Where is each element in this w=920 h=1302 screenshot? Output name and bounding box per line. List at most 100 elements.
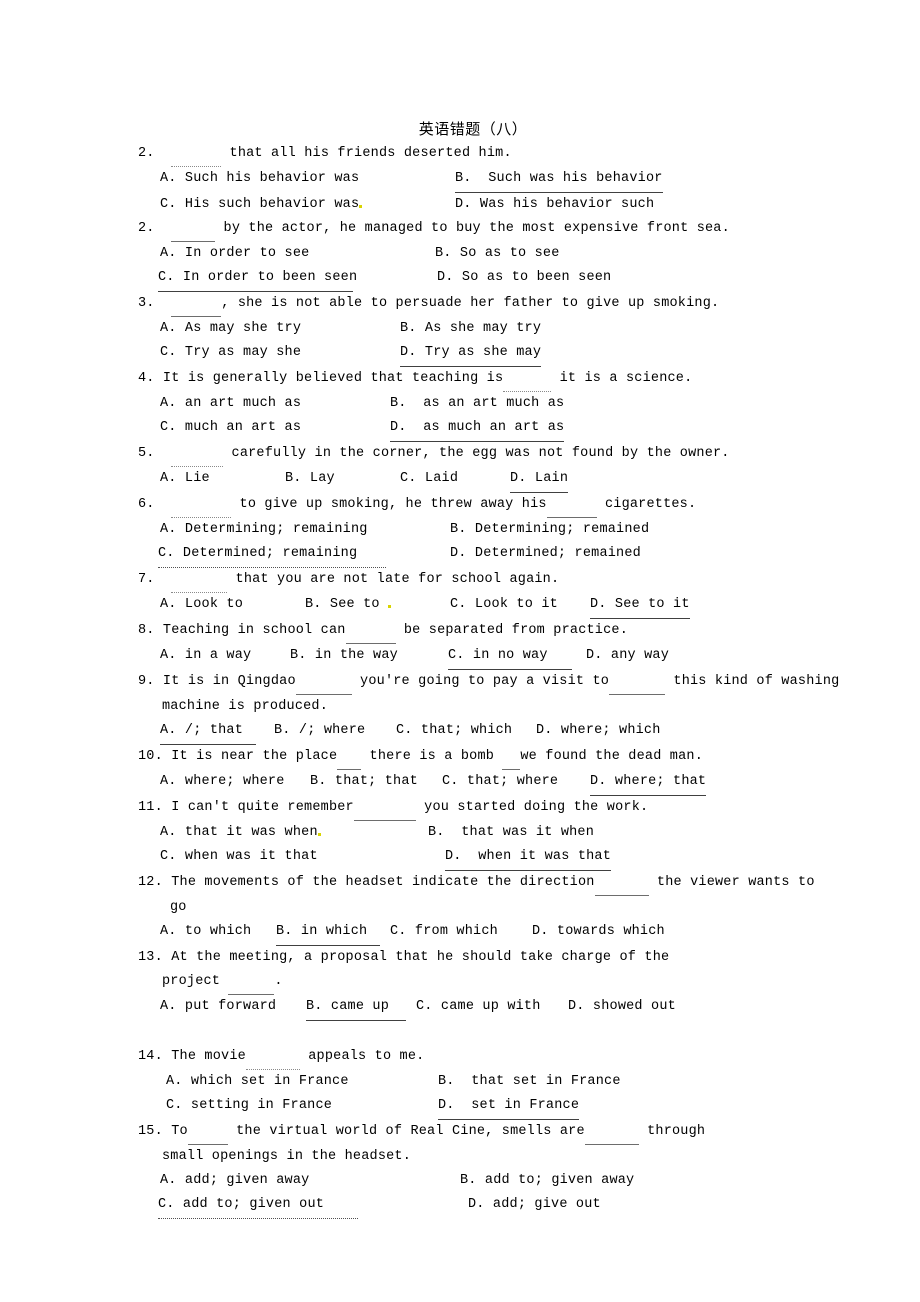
option-label: D. — [450, 546, 467, 561]
question-stem: 6. to give up smoking, he threw away his… — [138, 493, 798, 518]
option-label: A. — [160, 171, 177, 186]
option-text: Lay — [309, 471, 335, 486]
option-row: A. which set in France B. that set in Fra… — [138, 1070, 798, 1094]
question-number: 5. — [138, 446, 155, 461]
option-row: C. setting in France D. set in France — [138, 1094, 798, 1120]
option-text: As she may try — [424, 321, 542, 336]
option-text: Such his behavior was — [184, 171, 360, 186]
option-label: B. — [438, 1074, 455, 1089]
stem-text: , she is not able to persuade her father… — [221, 296, 720, 311]
option-text: add to; given out — [182, 1197, 325, 1212]
option-text: See to — [329, 597, 380, 612]
option-text: came up with — [440, 999, 541, 1014]
option-text: any way — [610, 648, 670, 663]
option-row: C. Try as may she D. Try as she may — [138, 341, 798, 367]
stem-text: I can't quite remember — [171, 800, 354, 815]
option-row: A. where; where B. that; that C. that; whe… — [138, 770, 798, 796]
option-text: Look to — [184, 597, 244, 612]
option-text: an art much as — [184, 396, 302, 411]
option-text: His such behavior was — [184, 197, 360, 212]
option-label: C. — [400, 471, 417, 486]
option-text: So as to been seen — [461, 270, 612, 285]
option-text: where; that — [614, 774, 707, 789]
option-label: D. — [532, 924, 549, 939]
option-label: C. — [160, 420, 177, 435]
option-text: in which — [300, 924, 368, 939]
document-page: 英语错题（八） 2. that all his friends deserted… — [0, 0, 920, 1302]
option-text: in the way — [314, 648, 398, 663]
option-text: showed out — [592, 999, 676, 1014]
option-row: A. Such his behavior was B. Such was his … — [138, 167, 798, 193]
option-label: B. — [290, 648, 307, 663]
option-label: D. — [590, 597, 607, 612]
option-text: when it was that — [478, 849, 612, 864]
option-text: Lie — [184, 471, 210, 486]
question-stem-continuation: project . — [138, 970, 798, 995]
option-text: Determined; remaining — [182, 546, 358, 561]
option-label: A. — [160, 1173, 177, 1188]
question-number: 7. — [138, 572, 155, 587]
option-label: D. — [390, 420, 407, 435]
option-label: B. — [306, 999, 323, 1014]
stem-text: project — [162, 974, 229, 989]
question-stem-continuation: small openings in the headset. — [162, 1149, 412, 1164]
option-text: Determined; remained — [474, 546, 641, 561]
option-text: /; that — [184, 723, 244, 738]
stem-text: there is a bomb — [361, 749, 503, 764]
option-label: C. — [158, 1197, 175, 1212]
option-row: A. that it was when B. that was it when — [138, 821, 798, 845]
option-label: C. — [158, 546, 175, 561]
option-text: where; where — [184, 774, 285, 789]
option-text: add; give out — [492, 1197, 601, 1212]
stem-text: The movements of the headset indicate th… — [171, 875, 595, 890]
option-text: add to; given away — [484, 1173, 635, 1188]
stem-text: that you are not late for school again. — [227, 572, 560, 587]
stem-text: you started doing the work. — [415, 800, 649, 815]
document-content: 英语错题（八） 2. that all his friends deserted… — [138, 118, 839, 1219]
option-label: B. — [450, 522, 467, 537]
question-stem: 8. Teaching in school can be separated f… — [138, 619, 798, 644]
option-label: D. — [590, 774, 607, 789]
option-row: A. Determining; remaining B. Determining;… — [138, 518, 798, 542]
option-text: as much an art as — [423, 420, 565, 435]
option-text: put forward — [184, 999, 277, 1014]
option-text: much an art as — [184, 420, 302, 435]
question-stem: 13. At the meeting, a proposal that he s… — [138, 946, 798, 970]
stem-text: that all his friends deserted him. — [221, 146, 512, 161]
option-label: A. — [160, 246, 177, 261]
option-text: Try as may she — [184, 345, 302, 360]
stem-text: the viewer wants to — [648, 875, 815, 890]
question-stem: 14. The movie appeals to me. — [138, 1045, 798, 1070]
option-text: that was it when — [461, 825, 595, 840]
option-label: A. — [160, 648, 177, 663]
option-label: B. — [455, 171, 472, 186]
option-row: A. add; given away B. add to; given away — [138, 1169, 798, 1193]
option-text: Lain — [534, 471, 569, 486]
option-text: Try as she may — [424, 345, 542, 360]
option-label: A. — [160, 924, 177, 939]
option-label: A. — [160, 999, 177, 1014]
option-label: C. — [160, 345, 177, 360]
option-text: as an art much as — [423, 396, 565, 411]
stem-text: At the meeting, a proposal that he shoul… — [171, 950, 670, 965]
option-label: A. — [160, 471, 177, 486]
stem-text: cigarettes. — [596, 497, 697, 512]
option-label: C. — [448, 648, 465, 663]
option-label: D. — [455, 197, 472, 212]
question-number: 3. — [138, 296, 155, 311]
stem-text: we found the dead man. — [520, 749, 704, 764]
question-stem: 2. that all his friends deserted him. — [138, 142, 798, 167]
option-label: C. — [158, 270, 175, 285]
option-row: C. Determined; remaining D. Determined; r… — [138, 542, 798, 568]
question-number: 14. — [138, 1049, 163, 1064]
question-stem: 10. It is near the place there is a bomb… — [138, 745, 798, 770]
stem-text: It is generally believed that teaching i… — [162, 371, 504, 386]
option-text: So as to see — [459, 246, 560, 261]
option-label: D. — [536, 723, 553, 738]
option-label: C. — [416, 999, 433, 1014]
stem-text: this kind of washing — [665, 674, 840, 689]
option-text: when was it that — [184, 849, 318, 864]
stem-text: carefully in the corner, the egg was not… — [223, 446, 730, 461]
option-label: B. — [435, 246, 452, 261]
option-row: C. add to; given out D. add; give out — [138, 1193, 798, 1219]
